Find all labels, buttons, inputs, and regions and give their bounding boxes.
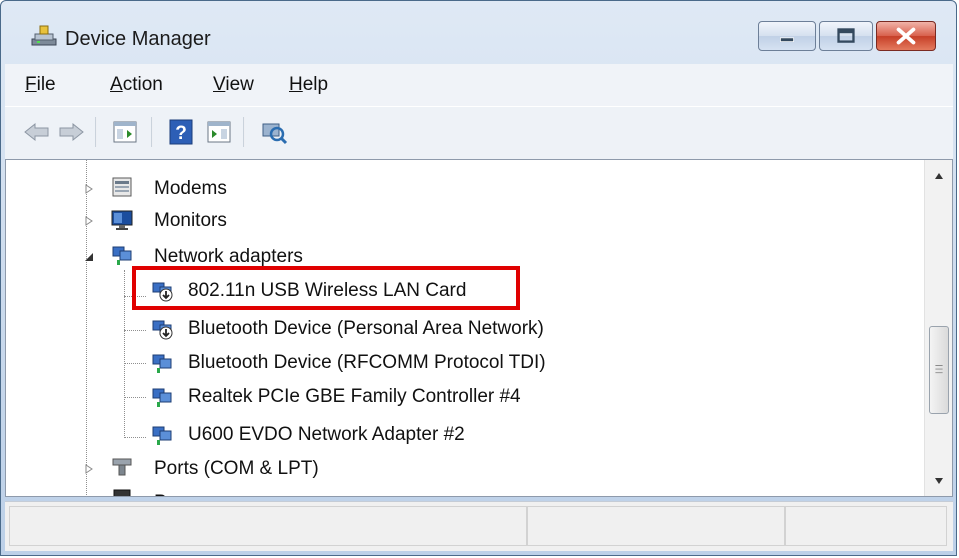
menu-help-rest: elp xyxy=(302,74,329,95)
tree-item-bluetooth-pan[interactable]: Bluetooth Device (Personal Area Network) xyxy=(146,312,922,346)
network-adapter-icon xyxy=(150,386,174,408)
tree-item-label: U600 EVDO Network Adapter #2 xyxy=(188,424,465,445)
menu-file-accel: F xyxy=(25,74,37,95)
close-button[interactable] xyxy=(876,21,936,51)
close-icon xyxy=(896,27,916,45)
network-adapter-disabled-icon xyxy=(150,318,174,340)
scroll-down-button[interactable] xyxy=(925,466,952,496)
show-hide-console-tree-icon xyxy=(113,121,137,143)
help-button[interactable]: ? xyxy=(165,116,197,148)
collapse-arrow-icon[interactable] xyxy=(82,250,96,264)
menu-help[interactable]: Help xyxy=(289,74,328,96)
show-hide-console-tree-button[interactable] xyxy=(109,116,141,148)
tree-item-label: Bluetooth Device (RFCOMM Protocol TDI) xyxy=(188,352,546,373)
window-title: Device Manager xyxy=(65,28,211,50)
maximize-button[interactable] xyxy=(819,21,873,51)
tree-item-label: Network adapters xyxy=(154,246,303,267)
highlight-box xyxy=(132,266,520,310)
network-adapter-icon xyxy=(110,244,134,266)
help-icon: ? xyxy=(169,119,193,145)
computer-management-icon xyxy=(31,25,57,47)
show-hide-action-pane-icon xyxy=(207,121,231,143)
tree-item-monitors[interactable]: Monitors xyxy=(82,204,922,238)
vertical-scrollbar[interactable] xyxy=(924,160,952,496)
back-icon xyxy=(24,122,49,142)
tree-item-label: Ports (COM & LPT) xyxy=(154,458,319,479)
tree-connector xyxy=(124,363,146,364)
expand-arrow-icon[interactable] xyxy=(82,182,96,196)
minimize-button[interactable] xyxy=(758,21,816,51)
tree-item-label: Monitors xyxy=(154,210,227,231)
grip-icon xyxy=(935,365,943,374)
scan-hardware-changes-icon xyxy=(262,123,288,145)
status-panel xyxy=(527,506,785,546)
tree-item-label: Bluetooth Device (Personal Area Network) xyxy=(188,318,544,339)
device-tree: Modems Monitors Network adapters 802.11n… xyxy=(6,160,924,496)
tree-item-modems[interactable]: Modems xyxy=(82,172,922,206)
menu-action[interactable]: Action xyxy=(110,74,163,96)
tree-item-label: Realtek PCIe GBE Family Controller #4 xyxy=(188,386,521,407)
menu-file-rest: ile xyxy=(36,74,56,95)
scroll-thumb[interactable] xyxy=(929,326,949,414)
modem-icon xyxy=(110,176,134,198)
forward-button[interactable] xyxy=(55,116,87,148)
maximize-icon xyxy=(837,28,855,43)
menu-action-accel: A xyxy=(110,74,123,95)
expand-arrow-icon[interactable] xyxy=(82,462,96,476)
processor-icon xyxy=(110,488,134,496)
toolbar-separator xyxy=(243,117,245,147)
show-hide-action-pane-button[interactable] xyxy=(203,116,235,148)
menu-bar: File Action View Help xyxy=(5,64,953,106)
menu-view-rest: iew xyxy=(225,74,254,95)
scan-hardware-changes-button[interactable] xyxy=(257,116,289,148)
tree-connector xyxy=(124,397,146,398)
network-adapter-icon xyxy=(150,424,174,446)
tree-item-u600-evdo[interactable]: U600 EVDO Network Adapter #2 xyxy=(146,418,922,452)
scroll-up-button[interactable] xyxy=(925,160,952,190)
status-panel xyxy=(9,506,527,546)
expand-arrow-icon[interactable] xyxy=(82,214,96,228)
forward-icon xyxy=(59,122,84,142)
tree-connector xyxy=(124,330,146,331)
back-button[interactable] xyxy=(21,116,53,148)
menu-view[interactable]: View xyxy=(213,74,254,96)
port-icon xyxy=(110,456,134,478)
toolbar: ? xyxy=(5,106,953,159)
device-manager-window: Device Manager File Action View Help ? M… xyxy=(0,0,957,556)
scroll-down-icon xyxy=(935,478,943,484)
svg-text:?: ? xyxy=(175,123,187,144)
tree-item-bluetooth-rfcomm[interactable]: Bluetooth Device (RFCOMM Protocol TDI) xyxy=(146,346,922,380)
tree-item-realtek-pcie-gbe[interactable]: Realtek PCIe GBE Family Controller #4 xyxy=(146,380,922,414)
tree-item-processors[interactable]: P xyxy=(82,486,922,496)
title-bar[interactable]: Device Manager xyxy=(1,1,956,61)
toolbar-separator xyxy=(151,117,153,147)
tree-connector xyxy=(124,437,146,438)
status-panel xyxy=(785,506,947,546)
menu-action-rest: ction xyxy=(122,74,163,95)
tree-item-ports[interactable]: Ports (COM & LPT) xyxy=(82,452,922,486)
menu-file[interactable]: File xyxy=(25,74,56,96)
scroll-up-icon xyxy=(935,173,943,179)
tree-item-label: Modems xyxy=(154,178,227,199)
monitor-icon xyxy=(110,209,134,231)
toolbar-separator xyxy=(95,117,97,147)
device-tree-view[interactable]: Modems Monitors Network adapters 802.11n… xyxy=(5,159,953,497)
tree-item-label: P xyxy=(154,492,167,496)
network-adapter-icon xyxy=(150,352,174,374)
status-bar xyxy=(5,501,953,551)
menu-help-accel: H xyxy=(289,74,303,95)
menu-view-accel: V xyxy=(213,74,226,95)
minimize-icon xyxy=(780,37,794,42)
